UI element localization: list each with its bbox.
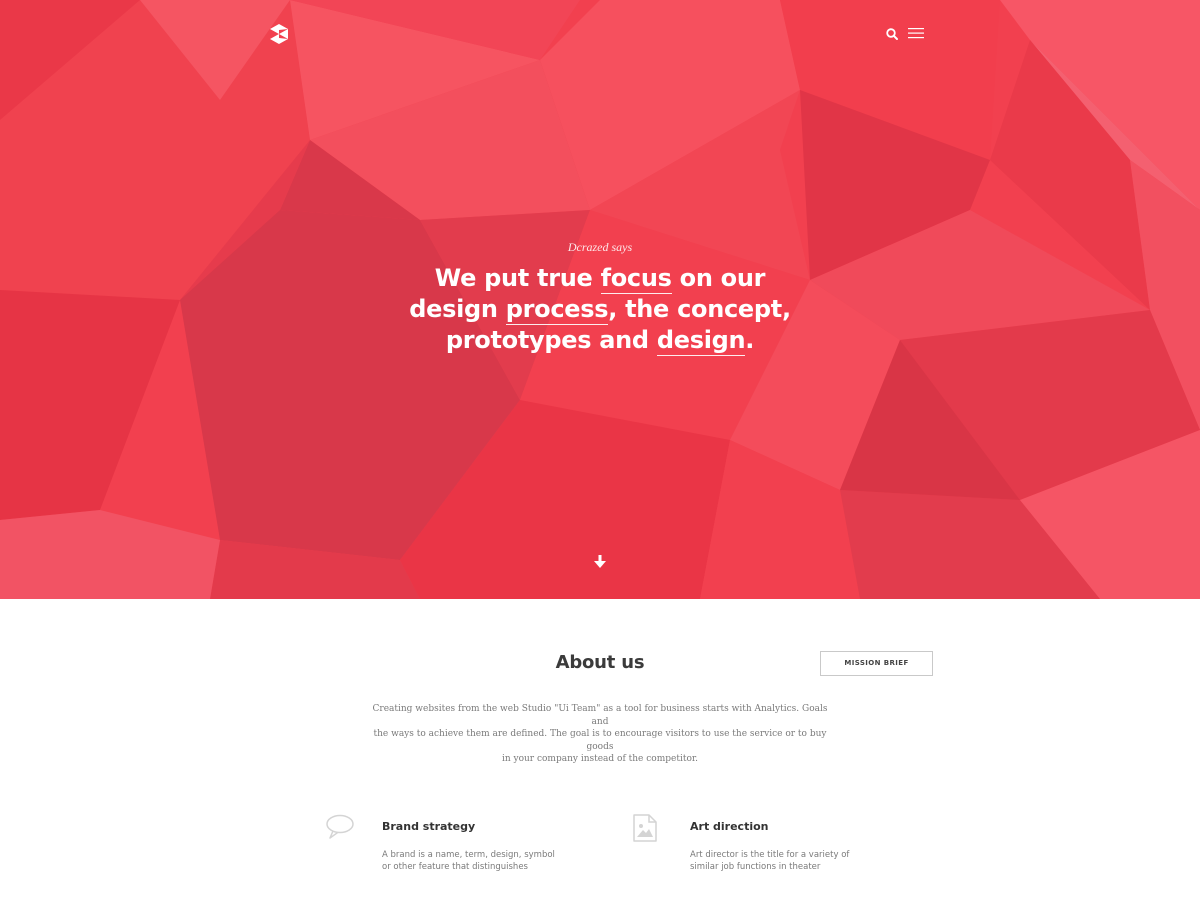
- arrow-down-icon: [594, 555, 606, 568]
- feature-desc-line: or other feature that distinguishes: [382, 862, 528, 872]
- menu-button[interactable]: [908, 26, 924, 39]
- about-text-line: Creating websites from the web Studio "U…: [372, 704, 828, 727]
- hero-eyebrow: Dcrazed says: [567, 240, 633, 254]
- feature-description: Art director is the title for a variety …: [690, 849, 870, 873]
- feature-title: Art direction: [690, 820, 769, 833]
- headline-text: on our: [671, 264, 766, 292]
- headline-text: , the concept,: [608, 295, 791, 323]
- search-icon: [886, 28, 898, 40]
- about-text-line: the ways to achieve them are defined. Th…: [373, 729, 827, 752]
- highlight-process: process: [505, 295, 609, 325]
- hero-headline: We put true focus on our design process,…: [0, 263, 1200, 356]
- feature-desc-line: Art director is the title for a variety …: [690, 850, 850, 860]
- feature-desc-line: A brand is a name, term, design, symbol: [382, 850, 555, 860]
- about-text-line: in your company instead of the competito…: [501, 754, 699, 764]
- headline-line-3: prototypes and design.: [0, 325, 1200, 356]
- headline-line-1: We put true focus on our: [0, 263, 1200, 294]
- scroll-down-button[interactable]: [592, 554, 608, 570]
- highlight-focus: focus: [600, 264, 672, 294]
- about-title: About us: [555, 652, 645, 673]
- mission-brief-button[interactable]: MISSION BRIEF: [820, 651, 933, 676]
- highlight-design: design: [656, 326, 746, 356]
- feature-title: Brand strategy: [382, 820, 476, 833]
- hero-section: Dcrazed says We put true focus on our de…: [0, 0, 1200, 599]
- feature-description: A brand is a name, term, design, symbol …: [382, 849, 562, 873]
- hamburger-menu-icon: [908, 28, 924, 39]
- headline-text: We put true: [434, 264, 601, 292]
- headline-line-2: design process, the concept,: [0, 294, 1200, 325]
- about-description: Creating websites from the web Studio "U…: [372, 703, 828, 766]
- image-file-icon: [633, 814, 657, 842]
- search-button[interactable]: [885, 27, 899, 41]
- headline-text: design: [409, 295, 506, 323]
- headline-text: prototypes and: [445, 326, 657, 354]
- site-logo[interactable]: [269, 23, 289, 45]
- speech-bubble-icon: [326, 814, 354, 839]
- feature-desc-line: similar job functions in theater: [690, 862, 821, 872]
- headline-text: .: [745, 326, 755, 354]
- cube-logo-icon: [270, 24, 288, 44]
